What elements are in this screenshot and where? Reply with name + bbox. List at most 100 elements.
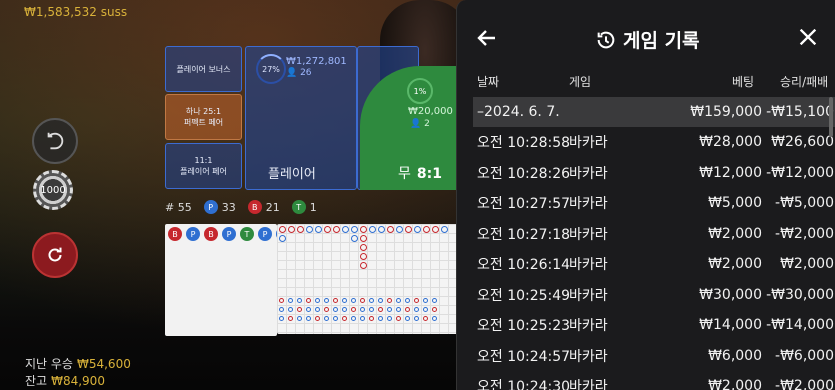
derived-road-mark xyxy=(324,307,329,312)
big-road-mark xyxy=(360,226,367,233)
history-clock-icon xyxy=(597,31,615,48)
bead-road-cell: B xyxy=(204,227,218,241)
big-road-mark xyxy=(288,226,295,233)
round-count: # 55 xyxy=(165,200,192,214)
tie-label-text: 무 xyxy=(398,166,411,182)
player-pair-label: 11:1 플레이어 페어 xyxy=(180,156,227,176)
close-icon[interactable] xyxy=(797,26,819,48)
derived-road-mark xyxy=(369,298,374,303)
row-time: 오전 10:25:23 xyxy=(477,318,571,335)
history-row[interactable]: 오전 10:26:14 바카라 ₩2,000 ₩2,000 xyxy=(473,249,835,280)
big-road-mark xyxy=(360,262,367,269)
col-game: 게임 xyxy=(569,75,592,89)
big-road-mark xyxy=(432,226,439,233)
bead-road-cell: B xyxy=(168,227,182,241)
derived-road-mark xyxy=(369,316,374,321)
history-row[interactable]: 오전 10:27:18 바카라 ₩2,000 -₩2,000 xyxy=(473,219,835,250)
derived-road-mark xyxy=(333,307,338,312)
player-pair-bet[interactable]: 11:1 플레이어 페어 xyxy=(165,143,242,189)
tie-count-value: 2 xyxy=(424,119,430,129)
derived-road-mark xyxy=(288,307,293,312)
tie-percent-ring: 1% xyxy=(407,78,433,104)
big-road-mark xyxy=(360,253,367,260)
derived-road-mark xyxy=(342,316,347,321)
banker-win-count: 21 xyxy=(265,200,280,214)
history-row[interactable]: 오전 10:28:58 바카라 ₩28,000 ₩26,600 xyxy=(473,127,835,158)
player-total-amount: ₩1,272,801 xyxy=(286,56,347,67)
tie-odds: 8:1 xyxy=(416,166,442,182)
big-road-mark xyxy=(351,226,358,233)
row-result: -₩14,000 xyxy=(766,317,834,334)
row-bet: ₩6,000 xyxy=(708,347,762,364)
date-group-row[interactable]: –2024. 6. 7. ₩159,000 -₩15,100 xyxy=(473,97,835,127)
repeat-icon xyxy=(48,247,62,262)
derived-road-mark xyxy=(333,298,338,303)
history-scrollbar[interactable] xyxy=(829,97,833,137)
chip-value: 1000 xyxy=(40,184,66,196)
derived-road-mark xyxy=(288,316,293,321)
repeat-bet-button[interactable] xyxy=(32,232,78,278)
row-time: 오전 10:26:14 xyxy=(477,257,571,274)
row-bet: ₩2,000 xyxy=(708,256,762,273)
history-row[interactable]: 오전 10:28:26 바카라 ₩12,000 -₩12,000 xyxy=(473,158,835,189)
derived-road-mark xyxy=(360,307,365,312)
derived-road-mark xyxy=(342,307,347,312)
derived-road-mark xyxy=(297,316,302,321)
history-row[interactable]: 오전 10:25:23 바카라 ₩14,000 -₩14,000 xyxy=(473,310,835,341)
history-row[interactable]: 오전 10:27:57 바카라 ₩5,000 -₩5,000 xyxy=(473,188,835,219)
row-result: -₩2,000 xyxy=(775,378,834,390)
last-win-label: 지난 우승 xyxy=(25,357,73,371)
history-list: –2024. 6. 7. ₩159,000 -₩15,100 오전 10:28:… xyxy=(473,97,835,390)
derived-road-mark xyxy=(369,307,374,312)
perfect-pair-bet[interactable]: 하나 25:1 퍼펙트 페어 xyxy=(165,94,242,140)
derived-road-mark xyxy=(396,298,401,303)
row-game: 바카라 xyxy=(569,257,608,274)
big-road-mark xyxy=(306,226,313,233)
bead-road-cell: P xyxy=(258,227,272,241)
derived-road-mark xyxy=(306,307,311,312)
derived-road-mark xyxy=(405,307,410,312)
row-result: -₩30,000 xyxy=(766,286,834,303)
back-arrow-icon[interactable] xyxy=(475,26,499,50)
row-time: 오전 10:24:57 xyxy=(477,348,571,365)
balance-label: 잔고 xyxy=(25,374,48,388)
tie-label: 무 8:1 xyxy=(398,163,442,183)
player-bonus-label: 플레이어 보너스 xyxy=(176,64,231,74)
chip-selector-button[interactable]: 1000 xyxy=(33,170,73,210)
derived-road-mark xyxy=(351,298,356,303)
player-label: 플레이어 xyxy=(268,167,316,182)
row-result: ₩26,600 xyxy=(771,134,834,151)
date-group-label: –2024. 6. 7. xyxy=(477,104,560,120)
bead-road-cell: P xyxy=(222,227,236,241)
big-road-mark xyxy=(360,235,367,242)
row-bet: ₩5,000 xyxy=(708,195,762,212)
derived-road-mark xyxy=(288,298,293,303)
row-bet: ₩30,000 xyxy=(699,286,762,303)
derived-road-mark xyxy=(306,316,311,321)
player-bonus-bet[interactable]: 플레이어 보너스 xyxy=(165,46,242,92)
row-game: 바카라 xyxy=(569,165,608,182)
history-title-wrap: 게임 기록 xyxy=(595,26,700,53)
player-dot-icon: P xyxy=(203,200,218,214)
derived-road-mark xyxy=(387,316,392,321)
row-result: -₩2,000 xyxy=(775,225,834,242)
history-row[interactable]: 오전 10:24:57 바카라 ₩6,000 -₩6,000 xyxy=(473,341,835,372)
derived-road-mark xyxy=(423,298,428,303)
row-bet: ₩28,000 xyxy=(699,134,762,151)
derived-road-mark xyxy=(360,316,365,321)
undo-button[interactable] xyxy=(32,118,78,164)
big-road-mark xyxy=(351,235,358,242)
derived-road-mark xyxy=(297,307,302,312)
derived-road-mark xyxy=(279,298,284,303)
game-history-panel: 게임 기록 날짜 게임 베팅 승리/패배 –2024. 6. 7. ₩159,0… xyxy=(456,0,835,390)
big-road-mark xyxy=(279,226,286,233)
history-row[interactable]: 오전 10:24:30 바카라 ₩2,000 -₩2,000 xyxy=(473,371,835,390)
derived-road-mark xyxy=(405,298,410,303)
derived-road-mark xyxy=(351,316,356,321)
big-road-mark xyxy=(387,226,394,233)
derived-road-mark xyxy=(387,307,392,312)
derived-road-mark xyxy=(360,298,365,303)
derived-road-mark xyxy=(378,307,383,312)
derived-road-mark xyxy=(414,298,419,303)
history-row[interactable]: 오전 10:25:49 바카라 ₩30,000 -₩30,000 xyxy=(473,280,835,311)
